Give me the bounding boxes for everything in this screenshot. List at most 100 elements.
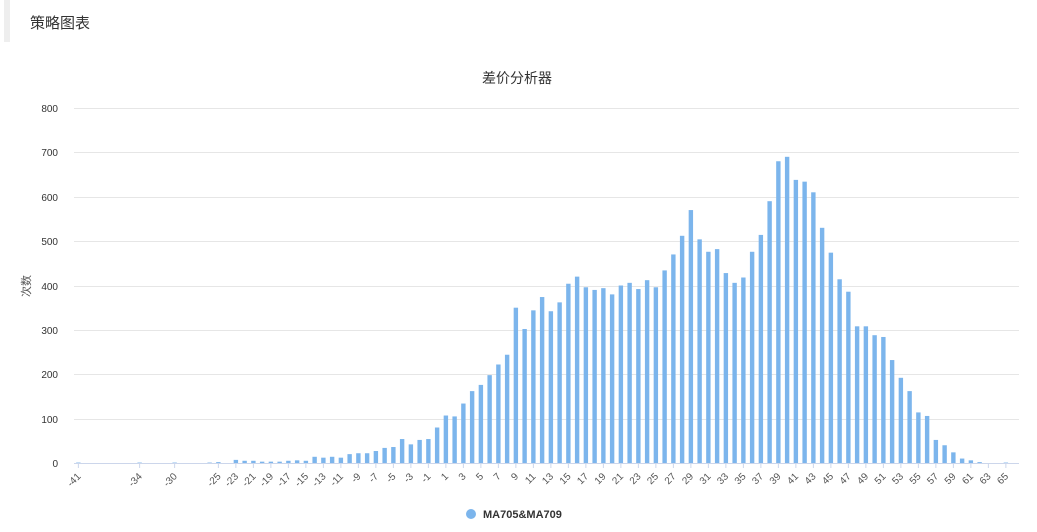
chart-title: 差价分析器 xyxy=(482,71,552,87)
bar[interactable] xyxy=(671,254,676,463)
bar[interactable] xyxy=(714,249,720,463)
bar[interactable] xyxy=(251,460,256,463)
bar[interactable] xyxy=(356,453,361,463)
y-axis: 0 100 200 300 400 500 600 700 800 xyxy=(41,104,58,470)
x-axis: -41 -34 -30 -25 -23 -21 -19 -17 -15 -13 -11 -9 -7 -5-… xyxy=(65,463,1011,489)
bar[interactable] xyxy=(776,161,781,463)
bar[interactable] xyxy=(881,336,886,463)
x-tick-label: 45 xyxy=(820,471,836,487)
bar[interactable] xyxy=(636,289,641,463)
bar[interactable] xyxy=(548,311,554,463)
legend[interactable]: MA705&MA709 xyxy=(466,509,562,521)
bar[interactable] xyxy=(644,280,650,463)
bar[interactable] xyxy=(399,439,405,463)
x-tick-label: 3 xyxy=(457,471,469,483)
bar[interactable] xyxy=(522,328,527,463)
bar[interactable] xyxy=(452,416,457,463)
bar[interactable] xyxy=(382,447,387,463)
bar[interactable] xyxy=(924,415,930,463)
bar[interactable] xyxy=(872,335,877,463)
bar[interactable] xyxy=(303,460,309,463)
bar[interactable] xyxy=(574,276,580,464)
bar[interactable] xyxy=(811,192,816,463)
bar[interactable] xyxy=(688,210,694,463)
bar[interactable] xyxy=(338,457,344,464)
bar[interactable] xyxy=(618,285,624,464)
bar[interactable] xyxy=(802,181,807,463)
x-tick-label: 35 xyxy=(733,471,749,487)
bar[interactable] xyxy=(557,302,562,463)
bar[interactable] xyxy=(942,445,947,463)
bar[interactable] xyxy=(294,460,300,463)
bar[interactable] xyxy=(504,354,510,463)
bar[interactable] xyxy=(496,364,501,463)
bar[interactable] xyxy=(828,252,834,463)
bar[interactable] xyxy=(741,277,746,463)
bar[interactable] xyxy=(951,452,956,463)
bar[interactable] xyxy=(749,251,755,463)
bar[interactable] xyxy=(898,377,904,463)
bar[interactable] xyxy=(854,326,860,463)
bar[interactable] xyxy=(259,461,265,463)
bar[interactable] xyxy=(513,307,519,463)
bar[interactable] xyxy=(539,297,545,463)
bar[interactable] xyxy=(321,457,326,464)
bar[interactable] xyxy=(592,289,597,463)
bar[interactable] xyxy=(391,447,396,463)
bar[interactable] xyxy=(286,460,291,463)
bar[interactable] xyxy=(627,282,632,463)
bar[interactable] xyxy=(242,460,247,463)
bar[interactable] xyxy=(863,326,869,463)
bar[interactable] xyxy=(469,391,475,463)
bar[interactable] xyxy=(434,427,440,464)
bar[interactable] xyxy=(531,310,536,463)
bar[interactable] xyxy=(837,279,842,463)
bar[interactable] xyxy=(609,294,615,464)
bar[interactable] xyxy=(959,458,965,463)
bar[interactable] xyxy=(968,460,974,463)
bar[interactable] xyxy=(364,453,370,463)
x-tick-label: -30 xyxy=(162,471,180,489)
x-tick-label: -19 xyxy=(258,471,276,489)
bar[interactable] xyxy=(723,273,729,463)
bar[interactable] xyxy=(706,251,711,463)
bar[interactable] xyxy=(819,227,825,463)
bar[interactable] xyxy=(758,234,764,463)
bar[interactable] xyxy=(329,456,335,463)
bar[interactable] xyxy=(461,403,466,463)
x-tick-label: 37 xyxy=(750,471,766,487)
bar[interactable] xyxy=(907,391,912,463)
bar[interactable] xyxy=(679,235,685,463)
bar[interactable] xyxy=(277,461,282,463)
bar[interactable] xyxy=(583,287,589,463)
bar[interactable] xyxy=(373,451,379,463)
bar[interactable] xyxy=(478,384,484,463)
bar[interactable] xyxy=(408,444,414,463)
bar[interactable] xyxy=(417,439,422,463)
bar[interactable] xyxy=(566,283,571,464)
x-tick-label: 31 xyxy=(698,471,714,487)
bar[interactable] xyxy=(347,454,352,464)
bar[interactable] xyxy=(662,270,667,463)
bar[interactable] xyxy=(426,439,431,463)
x-tick-label: 63 xyxy=(978,471,994,487)
bar[interactable] xyxy=(977,462,982,463)
bar[interactable] xyxy=(601,288,606,463)
x-tick-label: 27 xyxy=(663,471,679,487)
bar[interactable] xyxy=(312,456,317,463)
bar[interactable] xyxy=(216,462,221,463)
bar[interactable] xyxy=(487,375,492,463)
bar[interactable] xyxy=(846,291,851,463)
bar[interactable] xyxy=(767,201,772,463)
bar[interactable] xyxy=(784,156,790,463)
bar[interactable] xyxy=(793,179,799,463)
bar[interactable] xyxy=(697,239,702,463)
bar[interactable] xyxy=(916,412,921,463)
bar[interactable] xyxy=(653,287,659,463)
bar[interactable] xyxy=(933,439,939,463)
bar[interactable] xyxy=(732,282,737,463)
bar[interactable] xyxy=(233,459,239,463)
bar[interactable] xyxy=(889,360,895,463)
bar[interactable] xyxy=(268,461,274,463)
bar[interactable] xyxy=(443,415,449,463)
